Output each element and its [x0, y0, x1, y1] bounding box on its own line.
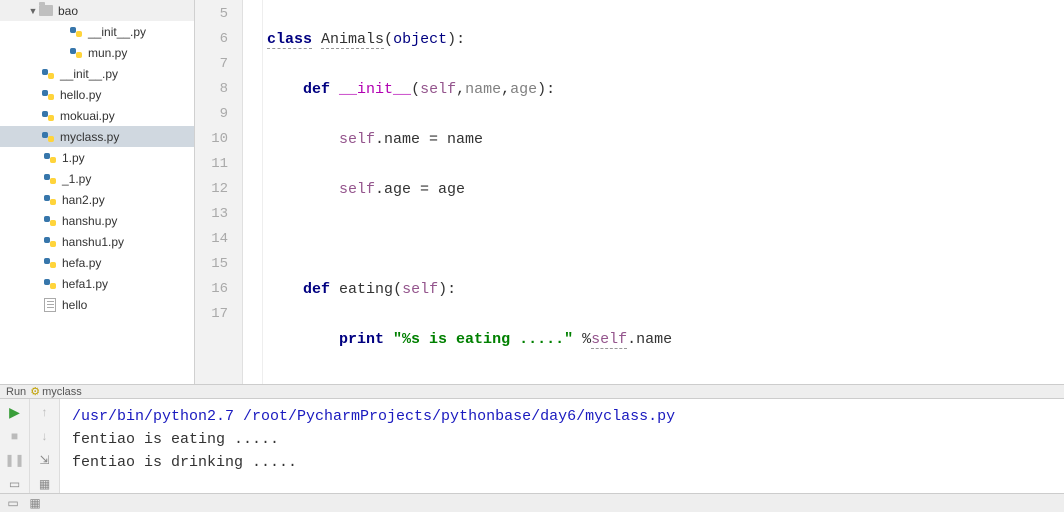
line-number: 16	[195, 277, 228, 302]
python-file-icon	[40, 108, 56, 124]
tree-label: han2.py	[62, 193, 105, 207]
tree-file-hello-py[interactable]: hello.py	[0, 84, 194, 105]
code-line[interactable]: self.age = age	[263, 177, 1064, 202]
tree-file-init[interactable]: __init__.py	[0, 63, 194, 84]
line-number: 7	[195, 52, 228, 77]
code-line[interactable]: def __init__(self,name,age):	[263, 77, 1064, 102]
tree-label: hefa.py	[62, 256, 101, 270]
tree-folder-bao[interactable]: ▼ bao	[0, 0, 194, 21]
code-line[interactable]: self.name = name	[263, 127, 1064, 152]
up-button[interactable]: ↑	[36, 403, 54, 421]
console-output[interactable]: /usr/bin/python2.7 /root/PycharmProjects…	[60, 399, 1064, 493]
export-button[interactable]: ⇲	[36, 451, 54, 469]
python-file-icon	[40, 87, 56, 103]
tree-file-hanshu1[interactable]: hanshu1.py	[0, 231, 194, 252]
console-output-line: fentiao is eating .....	[72, 428, 1052, 451]
line-number: 17	[195, 302, 228, 327]
python-file-icon	[42, 150, 58, 166]
folder-icon	[38, 3, 54, 19]
tree-label: hefa1.py	[62, 277, 108, 291]
tree-file-hanshu[interactable]: hanshu.py	[0, 210, 194, 231]
python-file-icon	[42, 234, 58, 250]
rerun-button[interactable]: ▶	[6, 403, 24, 421]
tree-file-mun[interactable]: mun.py	[0, 42, 194, 63]
tree-label: hello	[62, 298, 87, 312]
code-line[interactable]: def eating(self):	[263, 277, 1064, 302]
code-line[interactable]	[263, 227, 1064, 252]
line-number-gutter: 5 6 7 8 9 10 11 12 13 14 15 16 17	[195, 0, 243, 384]
tree-file-mokuai[interactable]: mokuai.py	[0, 105, 194, 126]
line-number: 8	[195, 77, 228, 102]
tree-label: __init__.py	[60, 67, 118, 81]
code-line[interactable]: print "%s is eating ....." %self.name	[263, 327, 1064, 352]
tree-file-init-pkg[interactable]: __init__.py	[0, 21, 194, 42]
tree-label: hello.py	[60, 88, 101, 102]
run-config-icon: ⚙	[30, 385, 40, 398]
line-number: 5	[195, 2, 228, 27]
python-file-icon	[42, 192, 58, 208]
tree-label: 1.py	[62, 151, 85, 165]
console-toolbar-left: ▶ ■ ❚❚ ▭	[0, 399, 30, 493]
marker-column	[243, 0, 263, 384]
line-number: 11	[195, 152, 228, 177]
console-command-line: /usr/bin/python2.7 /root/PycharmProjects…	[72, 405, 1052, 428]
tree-file-hefa[interactable]: hefa.py	[0, 252, 194, 273]
python-file-icon	[68, 45, 84, 61]
python-file-icon	[68, 24, 84, 40]
code-line[interactable]: class Animals(object):	[263, 27, 1064, 52]
down-button[interactable]: ↓	[36, 427, 54, 445]
stop-button[interactable]: ■	[6, 427, 24, 445]
python-file-icon	[40, 66, 56, 82]
run-config-name: myclass	[42, 386, 82, 398]
tree-file-1[interactable]: 1.py	[0, 147, 194, 168]
tree-file-hello-txt[interactable]: hello	[0, 294, 194, 315]
line-number: 9	[195, 102, 228, 127]
layout-button[interactable]: ▭	[6, 475, 24, 493]
code-area[interactable]: class Animals(object): def __init__(self…	[263, 0, 1064, 384]
console-output-line: fentiao is drinking .....	[72, 451, 1052, 474]
expand-arrow-icon[interactable]: ▼	[28, 6, 38, 16]
code-line[interactable]	[263, 377, 1064, 384]
tool-window-button[interactable]: ▦	[26, 494, 44, 512]
python-file-icon	[42, 255, 58, 271]
filter-button[interactable]: ▦	[36, 475, 54, 493]
status-bar: ▭ ▦	[0, 493, 1064, 512]
project-tree[interactable]: ▼ bao __init__.py mun.py __init__.py hel…	[0, 0, 195, 384]
tree-label: hanshu.py	[62, 214, 117, 228]
line-number: 12	[195, 177, 228, 202]
tree-label: hanshu1.py	[62, 235, 124, 249]
run-tool-window-header[interactable]: Run ⚙ myclass	[0, 384, 1064, 399]
code-editor[interactable]: 5 6 7 8 9 10 11 12 13 14 15 16 17 class …	[195, 0, 1064, 384]
python-file-icon	[42, 171, 58, 187]
line-number: 13	[195, 202, 228, 227]
tree-file-han2[interactable]: han2.py	[0, 189, 194, 210]
line-number: 15	[195, 252, 228, 277]
console-toolbar-secondary: ↑ ↓ ⇲ ▦	[30, 399, 60, 493]
python-file-icon	[40, 129, 56, 145]
line-number: 6	[195, 27, 228, 52]
python-file-icon	[42, 213, 58, 229]
tree-label: myclass.py	[60, 130, 119, 144]
tree-label: _1.py	[62, 172, 91, 186]
pause-button[interactable]: ❚❚	[6, 451, 24, 469]
tree-file-myclass[interactable]: myclass.py	[0, 126, 194, 147]
tree-label: mokuai.py	[60, 109, 115, 123]
tree-file-underscore1[interactable]: _1.py	[0, 168, 194, 189]
tree-label: bao	[58, 4, 78, 18]
run-console: ▶ ■ ❚❚ ▭ ↑ ↓ ⇲ ▦ /usr/bin/python2.7 /roo…	[0, 399, 1064, 493]
run-label: Run	[6, 386, 26, 398]
tree-label: __init__.py	[88, 25, 146, 39]
tree-file-hefa1[interactable]: hefa1.py	[0, 273, 194, 294]
text-file-icon	[42, 297, 58, 313]
tool-window-button[interactable]: ▭	[4, 494, 22, 512]
tree-label: mun.py	[88, 46, 127, 60]
line-number: 14	[195, 227, 228, 252]
line-number: 10	[195, 127, 228, 152]
python-file-icon	[42, 276, 58, 292]
